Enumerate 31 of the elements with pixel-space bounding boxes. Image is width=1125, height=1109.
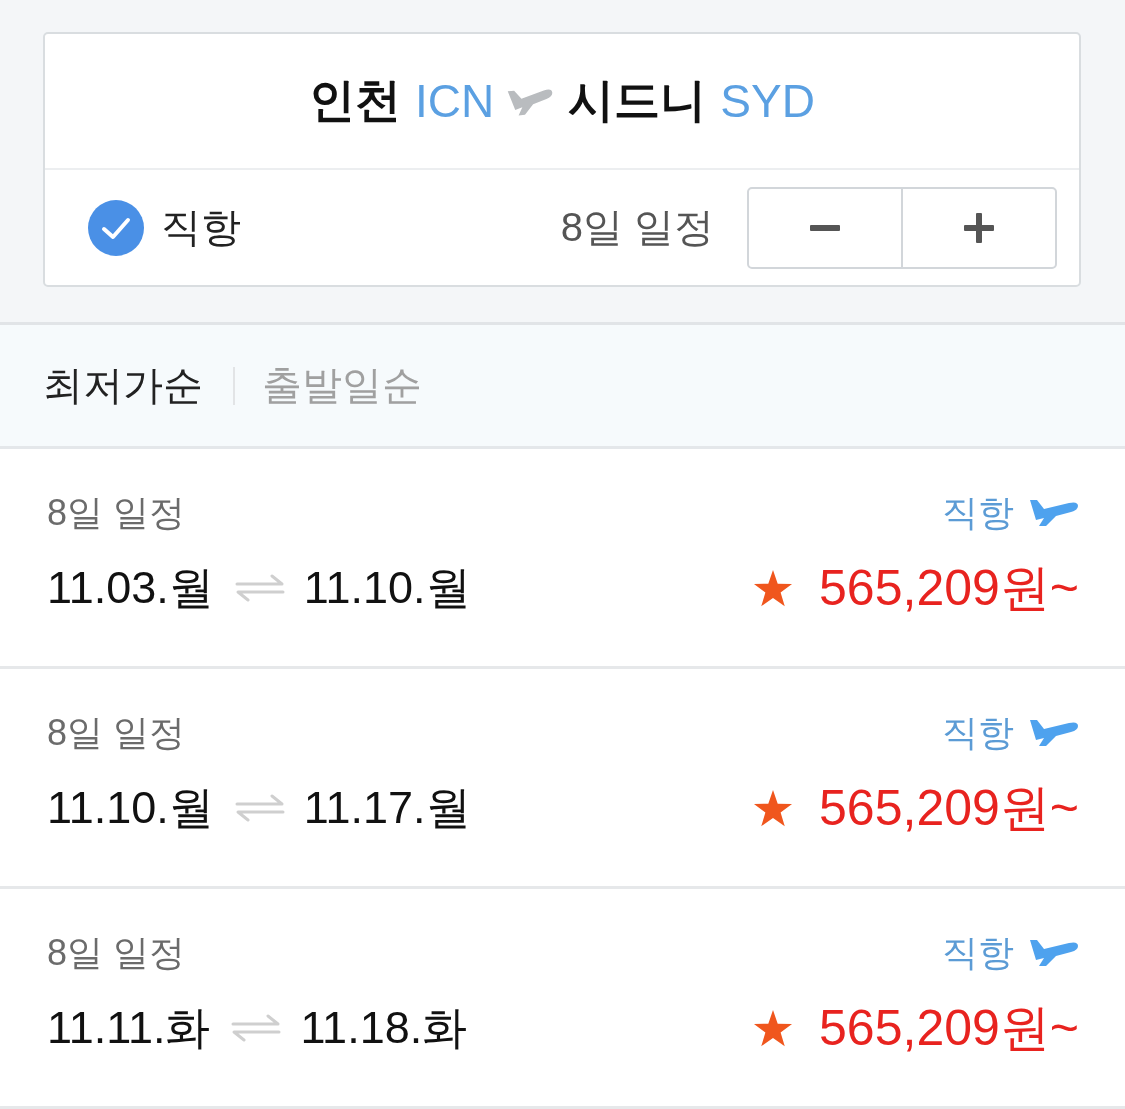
airplane-icon (1029, 718, 1079, 747)
departure-date: 11.11.화 (47, 1001, 211, 1055)
round-trip-arrows-icon (230, 1013, 283, 1043)
round-trip-arrows-icon (233, 793, 286, 823)
airplane-icon (1029, 498, 1079, 527)
origin-airport-code: ICN (415, 74, 495, 128)
direct-flight-label: 직항 (942, 711, 1014, 754)
trip-duration: 8일 일정 (47, 711, 186, 754)
trip-duration: 8일 일정 (560, 204, 714, 251)
departure-date: 11.10.월 (47, 781, 214, 835)
trip-duration: 8일 일정 (47, 491, 186, 534)
direct-flight-checkbox[interactable]: 직항 (88, 199, 241, 256)
sort-tab[interactable]: 최저가순 (43, 358, 203, 413)
trip-duration: 8일 일정 (47, 931, 186, 974)
departure-date: 11.03.월 (47, 561, 214, 615)
price: 565,209원~ (819, 780, 1079, 836)
destination-city: 시드니 (568, 73, 707, 128)
return-date: 11.17.월 (303, 781, 471, 835)
price: 565,209원~ (819, 1000, 1079, 1056)
destination-airport-code: SYD (720, 74, 815, 128)
origin-city: 인천 (309, 73, 402, 128)
airplane-icon (1029, 938, 1079, 967)
price: 565,209원~ (819, 560, 1079, 616)
direct-flight-label: 직항 (942, 491, 1014, 534)
return-date: 11.10.월 (303, 561, 471, 615)
minus-icon (810, 224, 840, 231)
direct-flight-label: 직항 (942, 931, 1014, 974)
plus-icon (964, 212, 994, 243)
increase-button[interactable] (901, 186, 1057, 269)
return-date: 11.18.화 (300, 1001, 468, 1055)
round-trip-arrows-icon (233, 573, 286, 603)
